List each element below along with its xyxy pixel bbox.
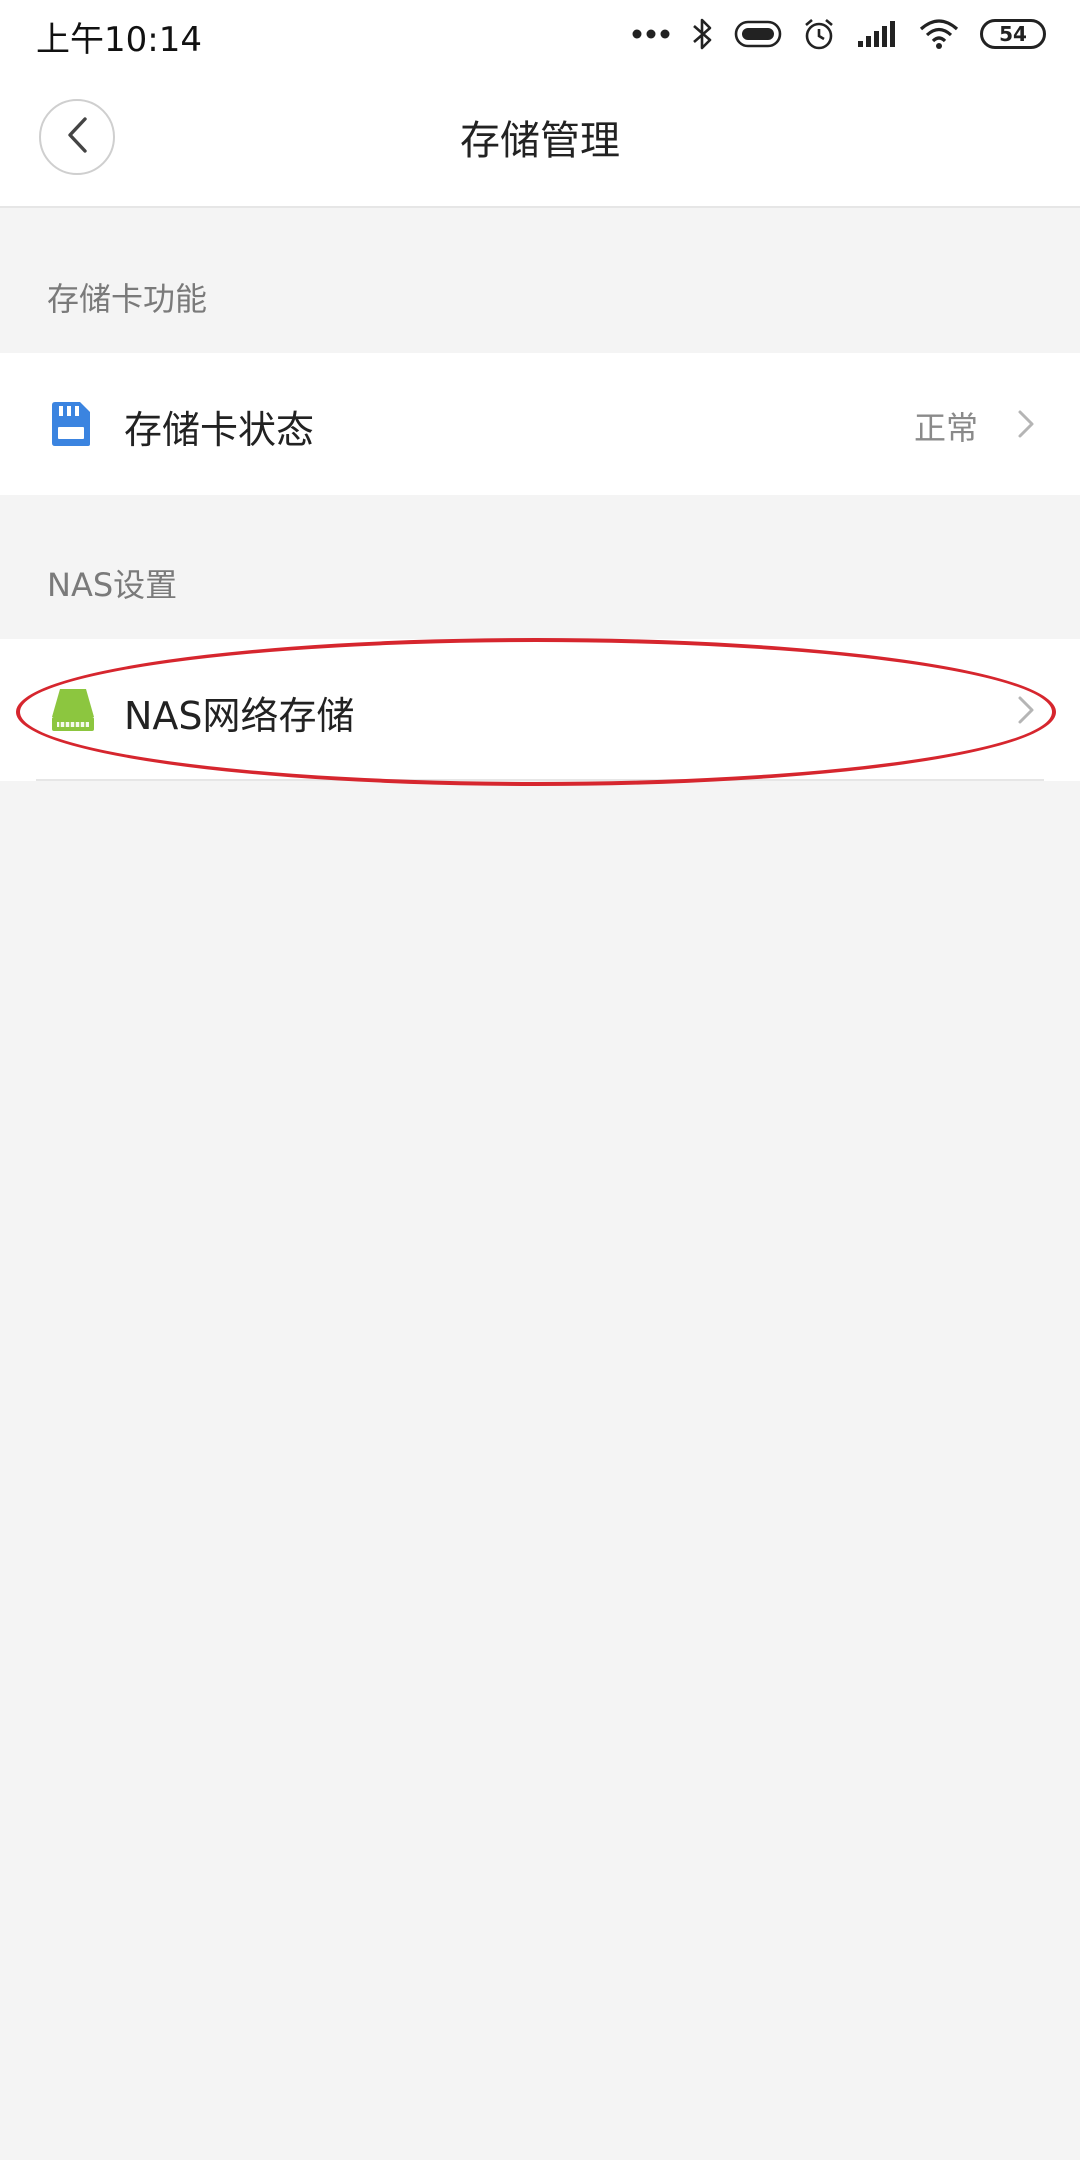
row-divider: [36, 779, 1044, 781]
sd-card-status-row[interactable]: 存储卡状态 正常: [0, 353, 1080, 495]
header: 存储管理: [0, 70, 1080, 208]
chevron-right-icon: [1016, 695, 1036, 725]
sd-card-icon: [50, 401, 92, 447]
section-label-sd-card: 存储卡功能: [47, 280, 208, 318]
page-title: 存储管理: [460, 118, 620, 164]
toggle-icon: [734, 19, 782, 49]
bluetooth-icon: [690, 16, 714, 52]
status-bar: 上午10:14 54: [0, 0, 1080, 70]
alarm-icon: [802, 17, 836, 51]
sd-card-status-value: 正常: [913, 409, 978, 447]
wifi-icon: [918, 17, 960, 51]
status-time: 上午10:14: [36, 20, 202, 60]
sd-card-status-label: 存储卡状态: [124, 408, 315, 452]
chevron-right-icon: [1016, 409, 1036, 439]
nas-storage-row[interactable]: NAS网络存储: [0, 639, 1080, 781]
nas-drive-icon: [50, 687, 96, 733]
battery-level: 54: [999, 22, 1027, 46]
status-icons: 54: [632, 14, 1046, 54]
section-label-nas: NAS设置: [47, 566, 178, 604]
battery-icon: 54: [980, 19, 1046, 49]
more-dots-icon: [632, 29, 670, 39]
signal-icon: [856, 19, 898, 49]
nas-storage-label: NAS网络存储: [124, 694, 355, 738]
